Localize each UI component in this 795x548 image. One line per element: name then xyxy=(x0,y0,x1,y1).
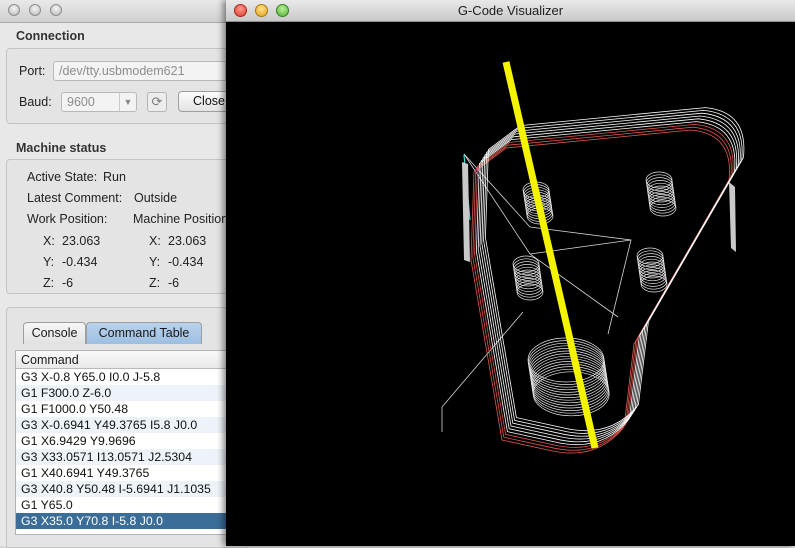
refresh-button[interactable]: ⟳ xyxy=(147,92,167,112)
table-row[interactable]: G1 F1000.0 Y50.48 xyxy=(16,401,239,417)
latest-comment-label: Latest Comment: xyxy=(27,191,123,205)
machine-position-label: Machine Position xyxy=(133,212,229,226)
machine-status-title: Machine status xyxy=(16,141,107,155)
gcode-3d-canvas[interactable] xyxy=(226,22,795,546)
baud-select[interactable]: 9600 ▼ xyxy=(61,92,137,112)
main-window-titlebar xyxy=(0,0,240,23)
work-position-label: Work Position: xyxy=(27,212,108,226)
baud-label: Baud: xyxy=(19,95,52,109)
work-y-value: -0.434 xyxy=(62,255,98,269)
port-value: /dev/tty.usbmodem621 xyxy=(59,64,185,78)
connection-title: Connection xyxy=(16,29,85,43)
table-row[interactable]: G3 X-0.8 Y65.0 I0.0 J-5.8 xyxy=(16,369,239,385)
tab-console[interactable]: Console xyxy=(23,322,86,344)
visualizer-titlebar: G-Code Visualizer xyxy=(226,0,795,22)
connection-panel xyxy=(6,48,248,124)
canvas-background xyxy=(226,22,795,546)
work-z-label: Z: xyxy=(43,276,55,290)
machine-z-value: -6 xyxy=(168,276,180,290)
table-row[interactable]: G3 X35.0 Y70.8 I-5.8 J0.0 xyxy=(16,513,239,529)
table-row[interactable]: G3 X40.8 Y50.48 I-5.6941 J1.1035 xyxy=(16,481,239,497)
machine-z-label: Z: xyxy=(149,276,161,290)
gcode-visualizer-window: G-Code Visualizer xyxy=(226,0,795,546)
table-row[interactable]: G1 F300.0 Z-6.0 xyxy=(16,385,239,401)
minimize-window-icon[interactable] xyxy=(29,4,41,16)
table-row[interactable]: G1 X6.9429 Y9.9696 xyxy=(16,433,239,449)
command-table[interactable]: Command G3 X-0.8 Y65.0 I0.0 J-5.8 G1 F300… xyxy=(15,350,240,535)
active-state-value: Run xyxy=(103,170,126,184)
zoom-window-icon[interactable] xyxy=(50,4,62,16)
main-window: Connection Port: /dev/tty.usbmodem621 ▼ … xyxy=(0,0,248,548)
machine-y-value: -0.434 xyxy=(168,255,204,269)
baud-value: 9600 xyxy=(67,95,95,109)
command-table-body: G3 X-0.8 Y65.0 I0.0 J-5.8 G1 F300.0 Z-6.0… xyxy=(16,369,239,529)
machine-x-value: 23.063 xyxy=(168,234,207,248)
command-column-header[interactable]: Command xyxy=(16,351,239,369)
machine-x-label: X: xyxy=(149,234,161,248)
port-select[interactable]: /dev/tty.usbmodem621 ▼ xyxy=(53,61,243,81)
table-row[interactable]: G1 X40.6941 Y49.3765 xyxy=(16,465,239,481)
table-row[interactable]: G1 Y65.0 xyxy=(16,497,239,513)
work-z-value: -6 xyxy=(62,276,74,290)
work-x-value: 23.063 xyxy=(62,234,101,248)
work-x-label: X: xyxy=(43,234,55,248)
close-window-icon[interactable] xyxy=(8,4,20,16)
table-row[interactable]: G3 X-0.6941 Y49.3765 I5.8 J0.0 xyxy=(16,417,239,433)
table-row[interactable]: G3 X33.0571 I13.0571 J2.5304 xyxy=(16,449,239,465)
chevron-down-icon: ▼ xyxy=(119,93,136,111)
latest-comment-value: Outside xyxy=(134,191,178,205)
port-label: Port: xyxy=(19,64,46,78)
visualizer-title: G-Code Visualizer xyxy=(457,3,564,18)
work-y-label: Y: xyxy=(43,255,55,269)
refresh-icon: ⟳ xyxy=(151,94,163,109)
tab-command-table[interactable]: Command Table xyxy=(86,322,202,344)
machine-y-label: Y: xyxy=(149,255,161,269)
active-state-label: Active State: xyxy=(27,170,98,184)
